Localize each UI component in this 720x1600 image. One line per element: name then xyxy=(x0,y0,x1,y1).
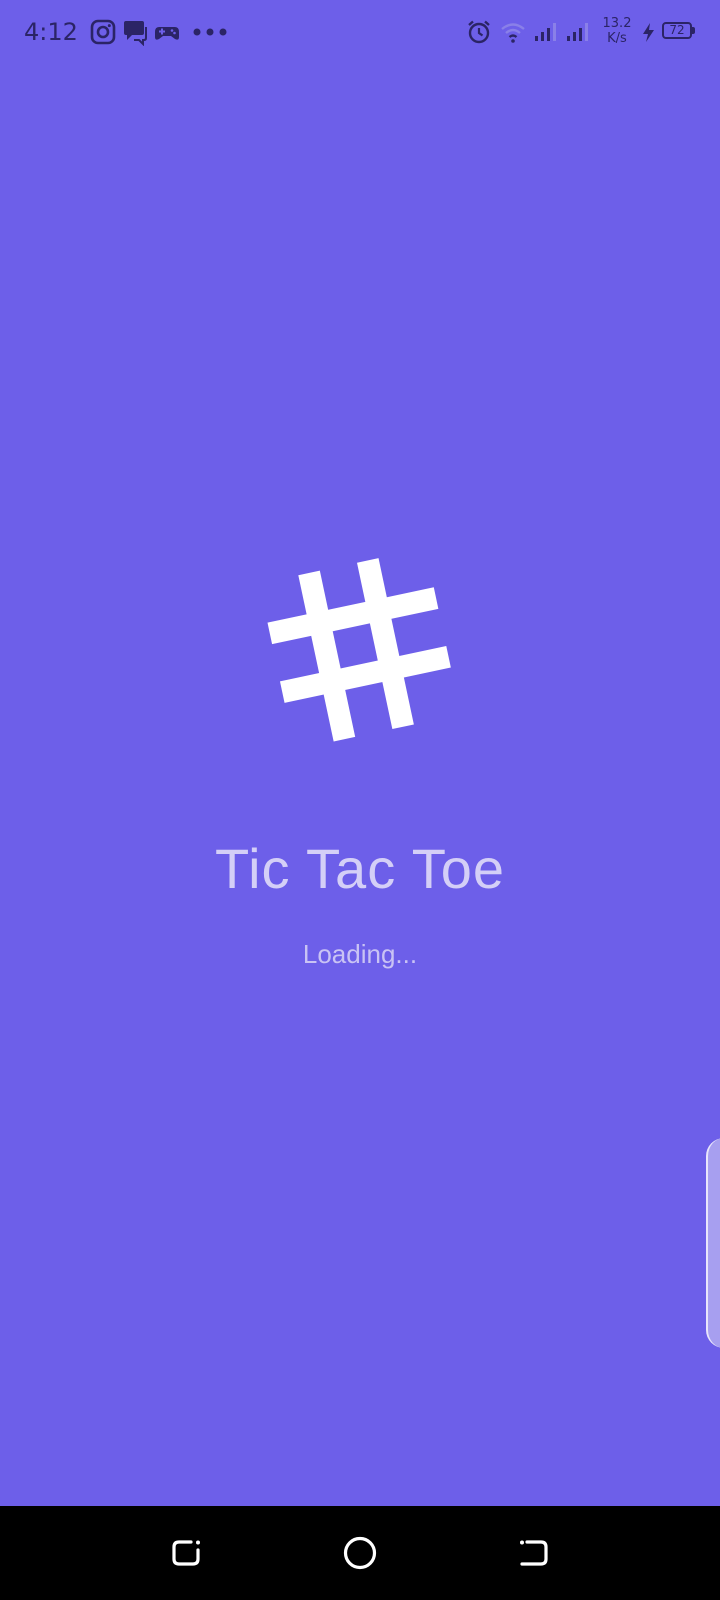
status-time: 4:12 xyxy=(24,18,78,46)
home-button[interactable] xyxy=(338,1531,382,1575)
alarm-icon xyxy=(468,20,490,44)
back-button[interactable] xyxy=(512,1531,556,1575)
app-title: Tic Tac Toe xyxy=(214,837,506,900)
splash-screen: 4:12 13.2 K/s 72 Tic Tac Toe Loading... xyxy=(0,0,720,1600)
network-speed-unit: K/s xyxy=(607,31,627,46)
instagram-icon xyxy=(90,19,116,45)
network-speed: 13.2 K/s xyxy=(600,16,634,46)
more-dots-icon xyxy=(193,28,227,36)
signal-icon xyxy=(535,23,556,41)
loading-text: Loading... xyxy=(302,939,418,969)
status-bar: 4:12 13.2 K/s 72 xyxy=(0,0,720,64)
hash-grid-icon xyxy=(267,558,451,742)
charging-icon xyxy=(643,23,654,42)
network-speed-value: 13.2 xyxy=(602,16,632,31)
battery-level: 72 xyxy=(662,22,695,39)
recents-button[interactable] xyxy=(164,1531,208,1575)
gamepad-icon xyxy=(155,27,179,40)
chat-icon xyxy=(124,21,147,46)
signal-icon xyxy=(567,23,588,41)
wifi-icon xyxy=(501,23,525,43)
navigation-bar xyxy=(0,1506,720,1600)
edge-panel-handle[interactable] xyxy=(706,1138,720,1348)
